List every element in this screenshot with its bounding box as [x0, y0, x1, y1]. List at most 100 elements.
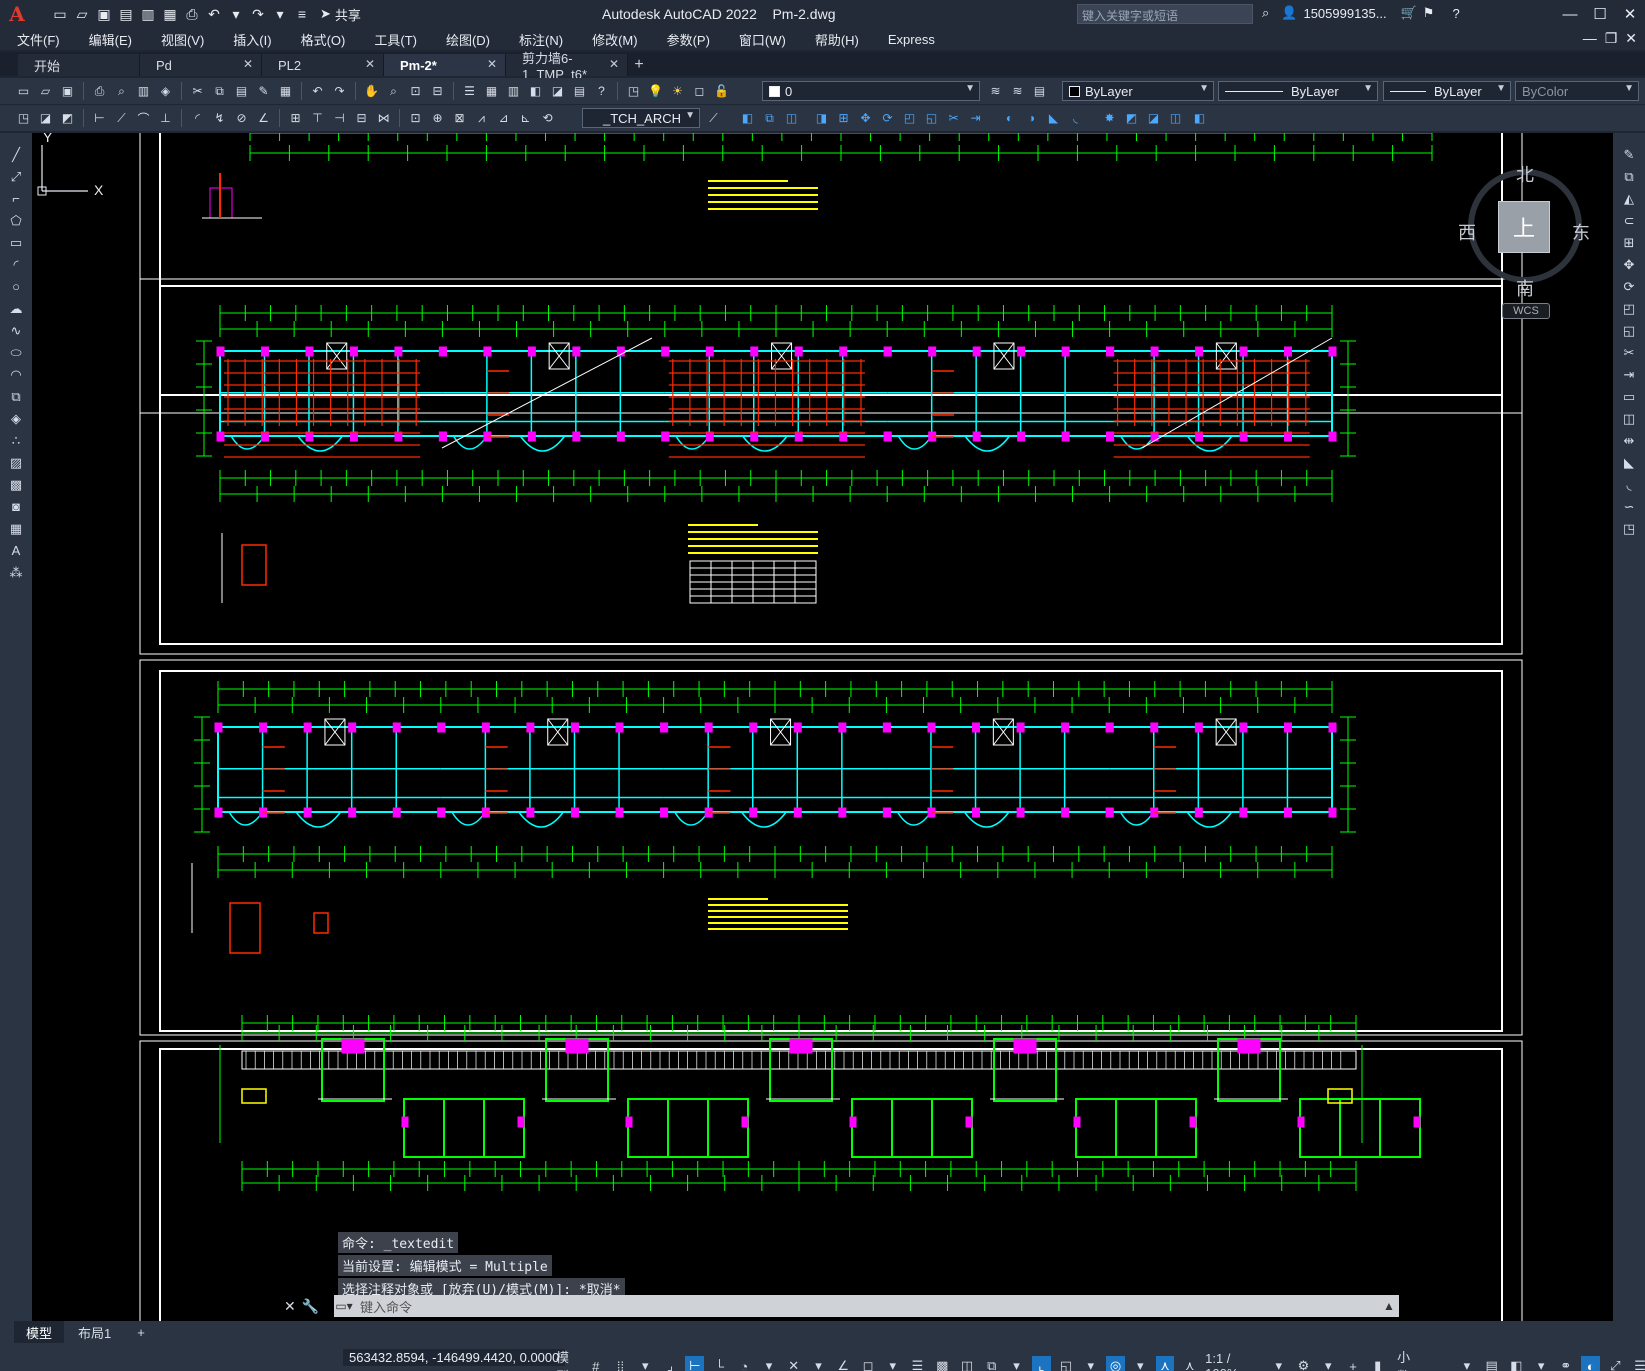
explode-icon[interactable]: ✸ — [1100, 109, 1119, 128]
viewcube[interactable]: 上 北 南 东 西 — [1458, 147, 1590, 299]
isolate-objects-icon[interactable]: ⚭ — [1557, 1356, 1576, 1371]
point-icon[interactable]: ∴ — [6, 431, 26, 450]
open-file-icon[interactable]: ▱ — [72, 4, 92, 24]
layer-previous-icon[interactable]: ≋ — [1008, 82, 1027, 101]
dim-diameter-icon[interactable]: ⊘ — [232, 109, 251, 128]
dim-ordinate-icon[interactable]: ⊥ — [156, 109, 175, 128]
3d-print-icon[interactable]: ◈ — [156, 82, 175, 101]
block-editor-icon[interactable]: ▦ — [276, 82, 295, 101]
layer-state-icon[interactable]: ▤ — [1030, 82, 1049, 101]
graphics-performance-icon[interactable]: ◐ — [1581, 1356, 1600, 1371]
blend-icon[interactable]: ∽ — [1619, 497, 1639, 516]
extend-icon[interactable]: ⇥ — [966, 109, 985, 128]
dynamic-ucs-icon[interactable]: ⌞ — [1031, 1356, 1051, 1371]
fillet-icon[interactable]: ◟ — [1066, 109, 1085, 128]
new-tab-icon[interactable]: + — [628, 54, 650, 76]
layer-freeze-icon[interactable]: ☀ — [668, 82, 687, 101]
command-input[interactable]: 键入命令 — [360, 1297, 1379, 1316]
new-file-icon[interactable]: ▭ — [50, 4, 70, 24]
erase-icon[interactable]: ✎ — [1619, 145, 1639, 164]
ellipse-arc-icon[interactable]: ◠ — [6, 365, 26, 384]
redo-icon[interactable]: ↷ — [330, 82, 349, 101]
inspect-icon[interactable]: ⊠ — [450, 109, 469, 128]
gradient-icon[interactable]: ▩ — [6, 475, 26, 494]
send-back-icon[interactable]: ◫ — [1166, 109, 1185, 128]
dim-angular-icon[interactable]: ∠ — [254, 109, 273, 128]
transparency-icon[interactable]: ▩ — [933, 1356, 952, 1371]
dim-jogged-icon[interactable]: ↯ — [210, 109, 229, 128]
hatch-icon[interactable]: ▨ — [6, 453, 26, 472]
customize-qa-icon[interactable]: ≡ — [292, 4, 312, 24]
tolerance-icon[interactable]: ⊡ — [406, 109, 425, 128]
stretch-icon[interactable]: ◱ — [922, 109, 941, 128]
grid-icon[interactable]: # — [586, 1356, 605, 1371]
gizmo-icon[interactable]: ◎ — [1106, 1356, 1125, 1371]
ellipse-icon[interactable]: ⬭ — [6, 343, 26, 362]
menu-item[interactable]: 编辑(E) — [72, 30, 144, 49]
redo-icon[interactable]: ↷ — [248, 4, 268, 24]
close-tab-icon[interactable]: ✕ — [365, 57, 375, 71]
save-icon[interactable]: ▣ — [94, 4, 114, 24]
qnew-icon[interactable]: ▭ — [14, 82, 33, 101]
center-mark-icon[interactable]: ⊕ — [428, 109, 447, 128]
rectangle-icon[interactable]: ▭ — [6, 233, 26, 252]
chevron-down-icon[interactable]: ▾ — [1532, 1356, 1551, 1371]
sheet-set-icon[interactable]: ◧ — [526, 82, 545, 101]
viewcube-north[interactable]: 北 — [1516, 161, 1534, 187]
make-block-icon[interactable]: ◈ — [6, 409, 26, 428]
units-icon[interactable]: ▮ — [1368, 1356, 1387, 1371]
revcloud-icon[interactable]: ☁ — [6, 299, 26, 318]
osnap-icon[interactable]: ◻ — [859, 1356, 878, 1371]
save-icon[interactable]: ▣ — [58, 82, 77, 101]
copy-object-icon[interactable]: ⧉ — [760, 109, 779, 128]
calculator-icon[interactable]: ▤ — [570, 82, 589, 101]
viewcube-top-face[interactable]: 上 — [1498, 201, 1550, 253]
rotate-icon[interactable]: ⟳ — [1619, 277, 1639, 296]
search-icon[interactable]: ⌕ — [1262, 5, 1269, 21]
autocad-logo-icon[interactable]: A — [0, 0, 34, 28]
layer-lock-icon[interactable]: 🔓 — [712, 82, 731, 101]
drawing-area[interactable]: 上 北 南 东 西 WCS Y X 命令: _textedit 当前设置: 编辑模… — [32, 133, 1613, 1321]
app-store-icon[interactable]: ⚑ — [1423, 5, 1435, 21]
paste-icon[interactable]: ▤ — [232, 82, 251, 101]
text-style-dropdown[interactable]: _TCH_ARCH ▼ — [582, 108, 700, 128]
units-label[interactable]: 小数 — [1397, 1347, 1421, 1371]
3d-osnap-icon[interactable]: ⧉ — [982, 1356, 1001, 1371]
cut-icon[interactable]: ✂ — [188, 82, 207, 101]
selection-filter-icon[interactable]: ◱ — [1057, 1356, 1076, 1371]
add-layout-icon[interactable]: + — [125, 1323, 157, 1342]
menu-item[interactable]: 窗口(W) — [722, 30, 798, 49]
linetype-dropdown[interactable]: ByLayer ▼ — [1218, 81, 1378, 101]
menu-item[interactable]: 修改(M) — [575, 30, 650, 49]
model-space-label[interactable]: 模型 — [556, 1347, 580, 1371]
offset-icon[interactable]: ⊂ — [1619, 211, 1639, 230]
layer-match-icon[interactable]: ◪ — [36, 109, 55, 128]
help-icon[interactable]: ? — [592, 82, 611, 101]
make-current-icon[interactable]: ≋ — [986, 82, 1005, 101]
table-icon[interactable]: ▦ — [6, 519, 26, 538]
menu-item[interactable]: 绘图(D) — [429, 30, 502, 49]
maximize-icon[interactable]: ☐ — [1585, 0, 1615, 28]
spline-icon[interactable]: ∿ — [6, 321, 26, 340]
redo-dropdown-icon[interactable]: ▾ — [270, 4, 290, 24]
join-icon[interactable]: ◑ — [1022, 109, 1041, 128]
document-tab[interactable]: 剪力墙6-1_TMP_t6* ✕ — [506, 51, 628, 82]
chevron-down-icon[interactable]: ▾ — [883, 1356, 902, 1371]
move-icon[interactable]: ✥ — [1619, 255, 1639, 274]
menu-item[interactable]: 视图(V) — [144, 30, 216, 49]
extend-icon[interactable]: ⇥ — [1619, 365, 1639, 384]
document-tab[interactable]: PL2 ✕ — [262, 54, 384, 76]
isodraft-icon[interactable]: ✕ — [784, 1356, 803, 1371]
snap-icon[interactable]: ⁞⁞ — [611, 1356, 630, 1371]
layer-iso-icon[interactable]: ◩ — [58, 109, 77, 128]
close-tab-icon[interactable]: ✕ — [243, 57, 253, 71]
viewcube-south[interactable]: 南 — [1516, 275, 1534, 301]
infer-icon[interactable]: ⌟ — [661, 1356, 680, 1371]
menu-item[interactable]: 插入(I) — [216, 30, 283, 49]
viewcube-east[interactable]: 东 — [1572, 219, 1590, 245]
chevron-down-icon[interactable]: ▾ — [1269, 1356, 1288, 1371]
draw-order-icon[interactable]: ◩ — [1122, 109, 1141, 128]
menu-item[interactable]: 帮助(H) — [798, 30, 871, 49]
minimize-icon[interactable]: — — [1583, 30, 1597, 47]
copy-icon[interactable]: ⧉ — [1619, 167, 1639, 186]
